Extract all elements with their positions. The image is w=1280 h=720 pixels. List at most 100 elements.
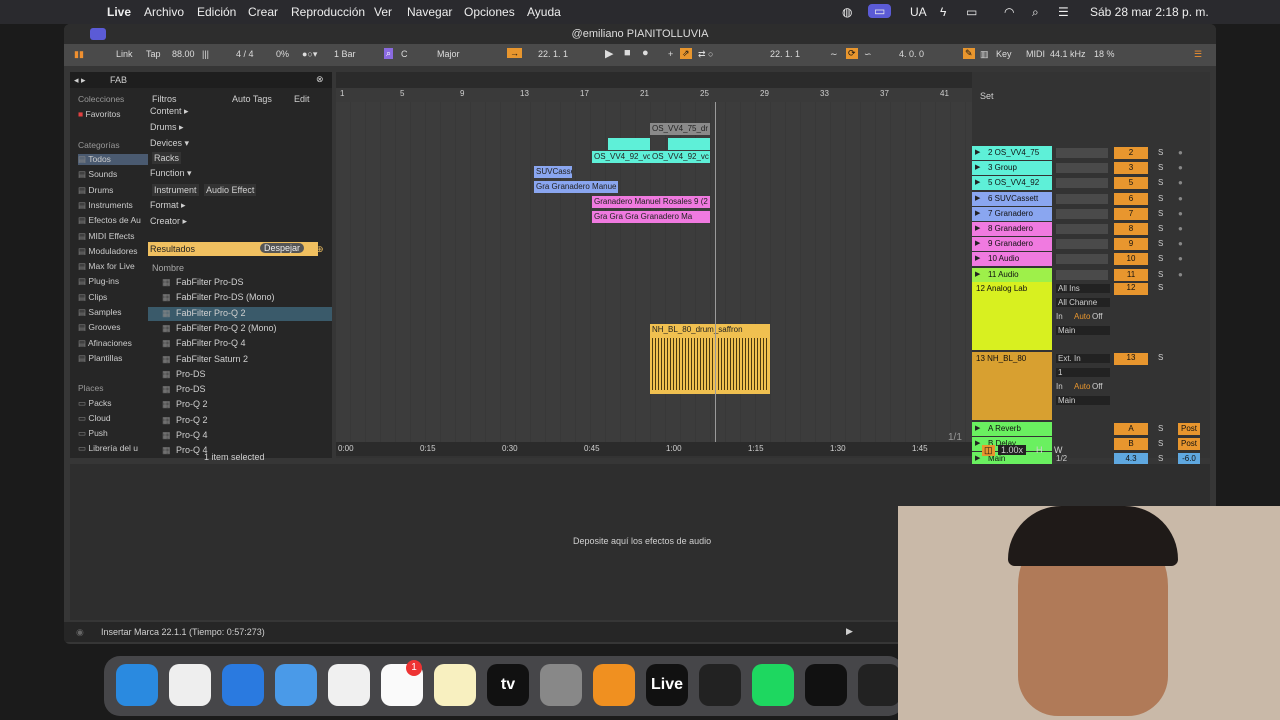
track-number[interactable]: 10	[1114, 253, 1148, 266]
track-number[interactable]: 2	[1114, 147, 1148, 159]
obs-icon[interactable]	[858, 664, 900, 706]
track-volume-slider[interactable]	[1056, 208, 1108, 219]
arm-dot-icon[interactable]: ●	[1178, 222, 1183, 236]
filter-group[interactable]: Creator ▸	[150, 216, 187, 227]
track-number[interactable]: 7	[1114, 207, 1148, 220]
search-icon[interactable]: ⌕	[1032, 5, 1039, 20]
menu-navegar[interactable]: Navegar	[407, 5, 452, 19]
category-item[interactable]: ▤ Instruments	[78, 200, 133, 211]
result-item[interactable]: ▦ Pro-DS	[148, 383, 332, 397]
h-toggle[interactable]: H	[1036, 445, 1043, 455]
menu-crear[interactable]: Crear	[248, 5, 278, 19]
track-volume-slider[interactable]	[1056, 224, 1108, 234]
back-icon[interactable]: ◂ ▸	[74, 75, 86, 86]
track-number[interactable]: 8	[1114, 223, 1148, 235]
track-number[interactable]: 3	[1114, 162, 1148, 175]
track-header[interactable]: 5 OS_VV4_92 5S ●	[972, 176, 1210, 191]
monitor-option[interactable]: Off	[1092, 312, 1103, 321]
fl-studio-icon[interactable]	[593, 664, 635, 706]
place-item[interactable]: ▭ Packs	[78, 398, 112, 409]
filter-group[interactable]: Drums ▸	[150, 122, 184, 133]
track-name[interactable]: 2 OS_VV4_75	[972, 146, 1052, 160]
clip[interactable]	[608, 138, 650, 150]
solo-button[interactable]: S	[1158, 161, 1163, 175]
track-name[interactable]: 11 Audio	[972, 267, 1052, 282]
clip[interactable]: Gra Gra Gra Granadero Ma	[592, 211, 710, 223]
record-quant-icon[interactable]: ●○▾	[302, 49, 317, 60]
solo-button[interactable]: S	[1158, 437, 1163, 451]
solo-button[interactable]: S	[1158, 422, 1163, 436]
track-name[interactable]: 6 SUVCassett	[972, 191, 1052, 206]
category-item[interactable]: ▤ Max for Live	[78, 261, 135, 272]
appletv-icon[interactable]: tv	[487, 664, 529, 706]
result-item[interactable]: ▦ Pro-Q 4	[148, 429, 332, 443]
filter-group[interactable]: Content ▸	[150, 106, 189, 117]
zoom-level[interactable]: 1.00x	[998, 445, 1027, 455]
loop-length[interactable]: 4. 0. 0	[899, 49, 924, 59]
track-header[interactable]: 6 SUVCassett 6S ●	[972, 191, 1210, 206]
screen-share-icon[interactable]	[90, 28, 106, 40]
arm-dot-icon[interactable]: ●	[1178, 207, 1183, 221]
filter-group[interactable]: Racks	[152, 152, 182, 164]
clip[interactable]: OS_VV4_92_vc	[592, 151, 650, 163]
status-play-icon[interactable]: ▶	[846, 626, 853, 637]
name-column[interactable]: Nombre	[152, 263, 184, 273]
punch-icon[interactable]: ⇄ ○	[698, 49, 713, 60]
category-item[interactable]: ▤ Grooves	[78, 322, 121, 333]
solo-button[interactable]: S	[1158, 176, 1163, 190]
category-item[interactable]: ▤ Clips	[78, 292, 107, 303]
mail-icon[interactable]	[275, 664, 317, 706]
result-item[interactable]: ▦ FabFilter Pro-Q 2 (Mono)	[148, 322, 332, 336]
ai-icon[interactable]: ◍	[842, 5, 852, 19]
monitor-option[interactable]: In	[1056, 312, 1063, 321]
track-volume-slider[interactable]	[1056, 239, 1108, 250]
solo-button[interactable]: S	[1158, 207, 1163, 221]
link-button[interactable]: Link	[116, 49, 133, 59]
category-item[interactable]: ▤ Sounds	[78, 169, 117, 180]
post-toggle[interactable]: Post	[1178, 438, 1200, 451]
category-item[interactable]: ▤ Plantillas	[78, 353, 122, 364]
place-item[interactable]: ▭ Librería del u	[78, 443, 138, 454]
bar-ruler[interactable]: 1 5 9 13 17 21 25 29 33 37 41	[336, 88, 972, 102]
filter-group[interactable]: Instrument	[152, 184, 199, 196]
solo-button[interactable]: S	[1158, 237, 1163, 251]
scale-select[interactable]: Major	[437, 49, 460, 59]
track-name[interactable]: 13 NH_BL_80	[976, 354, 1026, 363]
arm-dot-icon[interactable]: ●	[1178, 237, 1183, 251]
track-name[interactable]: 7 Granadero	[972, 206, 1052, 221]
track-number[interactable]: 9	[1114, 238, 1148, 251]
clip[interactable]: OS_VV4_75_dr	[650, 123, 710, 135]
metronome-icon[interactable]: |||	[202, 49, 209, 59]
result-item[interactable]: ▦ Pro-Q 2	[148, 414, 332, 428]
overview-icon[interactable]: ▮▮	[74, 49, 84, 60]
menu-opciones[interactable]: Opciones	[464, 5, 515, 19]
filter-group[interactable]: Function ▾	[150, 168, 192, 179]
menu-archivo[interactable]: Archivo	[144, 5, 184, 19]
track-number[interactable]: 11	[1114, 268, 1148, 281]
arm-dot-icon[interactable]: ●	[1178, 176, 1183, 190]
category-item[interactable]: ▤ Afinaciones	[78, 338, 132, 349]
zoom-icon[interactable]: ◫	[982, 445, 995, 456]
input-language[interactable]: UA	[910, 5, 927, 19]
solo-button[interactable]: S	[1158, 222, 1163, 236]
settings-icon[interactable]	[540, 664, 582, 706]
menu-edicion[interactable]: Edición	[197, 5, 236, 19]
arm-dot-icon[interactable]: ●	[1178, 252, 1183, 266]
song-position[interactable]: 22. 1. 1	[538, 49, 568, 59]
track-header[interactable]: 10 Audio 10 S ●	[972, 252, 1210, 267]
favorites-item[interactable]: ■ Favoritos	[78, 109, 120, 119]
filter-group[interactable]: Devices ▾	[150, 138, 189, 149]
place-item[interactable]: ▭ Push	[78, 428, 108, 439]
arm-dot-icon[interactable]: ●	[1178, 161, 1183, 175]
clear-button[interactable]: Despejar	[260, 243, 305, 253]
tempo-field[interactable]: 88.00	[172, 49, 195, 59]
menu-app-name[interactable]: Live	[107, 5, 131, 19]
solo-button[interactable]: S	[1158, 268, 1163, 282]
monitor-option[interactable]: Auto	[1074, 312, 1090, 321]
track-number[interactable]: 5	[1114, 177, 1148, 190]
stop-button[interactable]: ■	[624, 47, 631, 59]
input-select[interactable]: Ext. In	[1056, 354, 1110, 363]
record-button[interactable]: ●	[642, 47, 649, 59]
time-ruler[interactable]: 0:00 0:15 0:30 0:45 1:00 1:15 1:30 1:45	[336, 442, 972, 456]
clip[interactable]: SUVCasse	[534, 166, 572, 178]
